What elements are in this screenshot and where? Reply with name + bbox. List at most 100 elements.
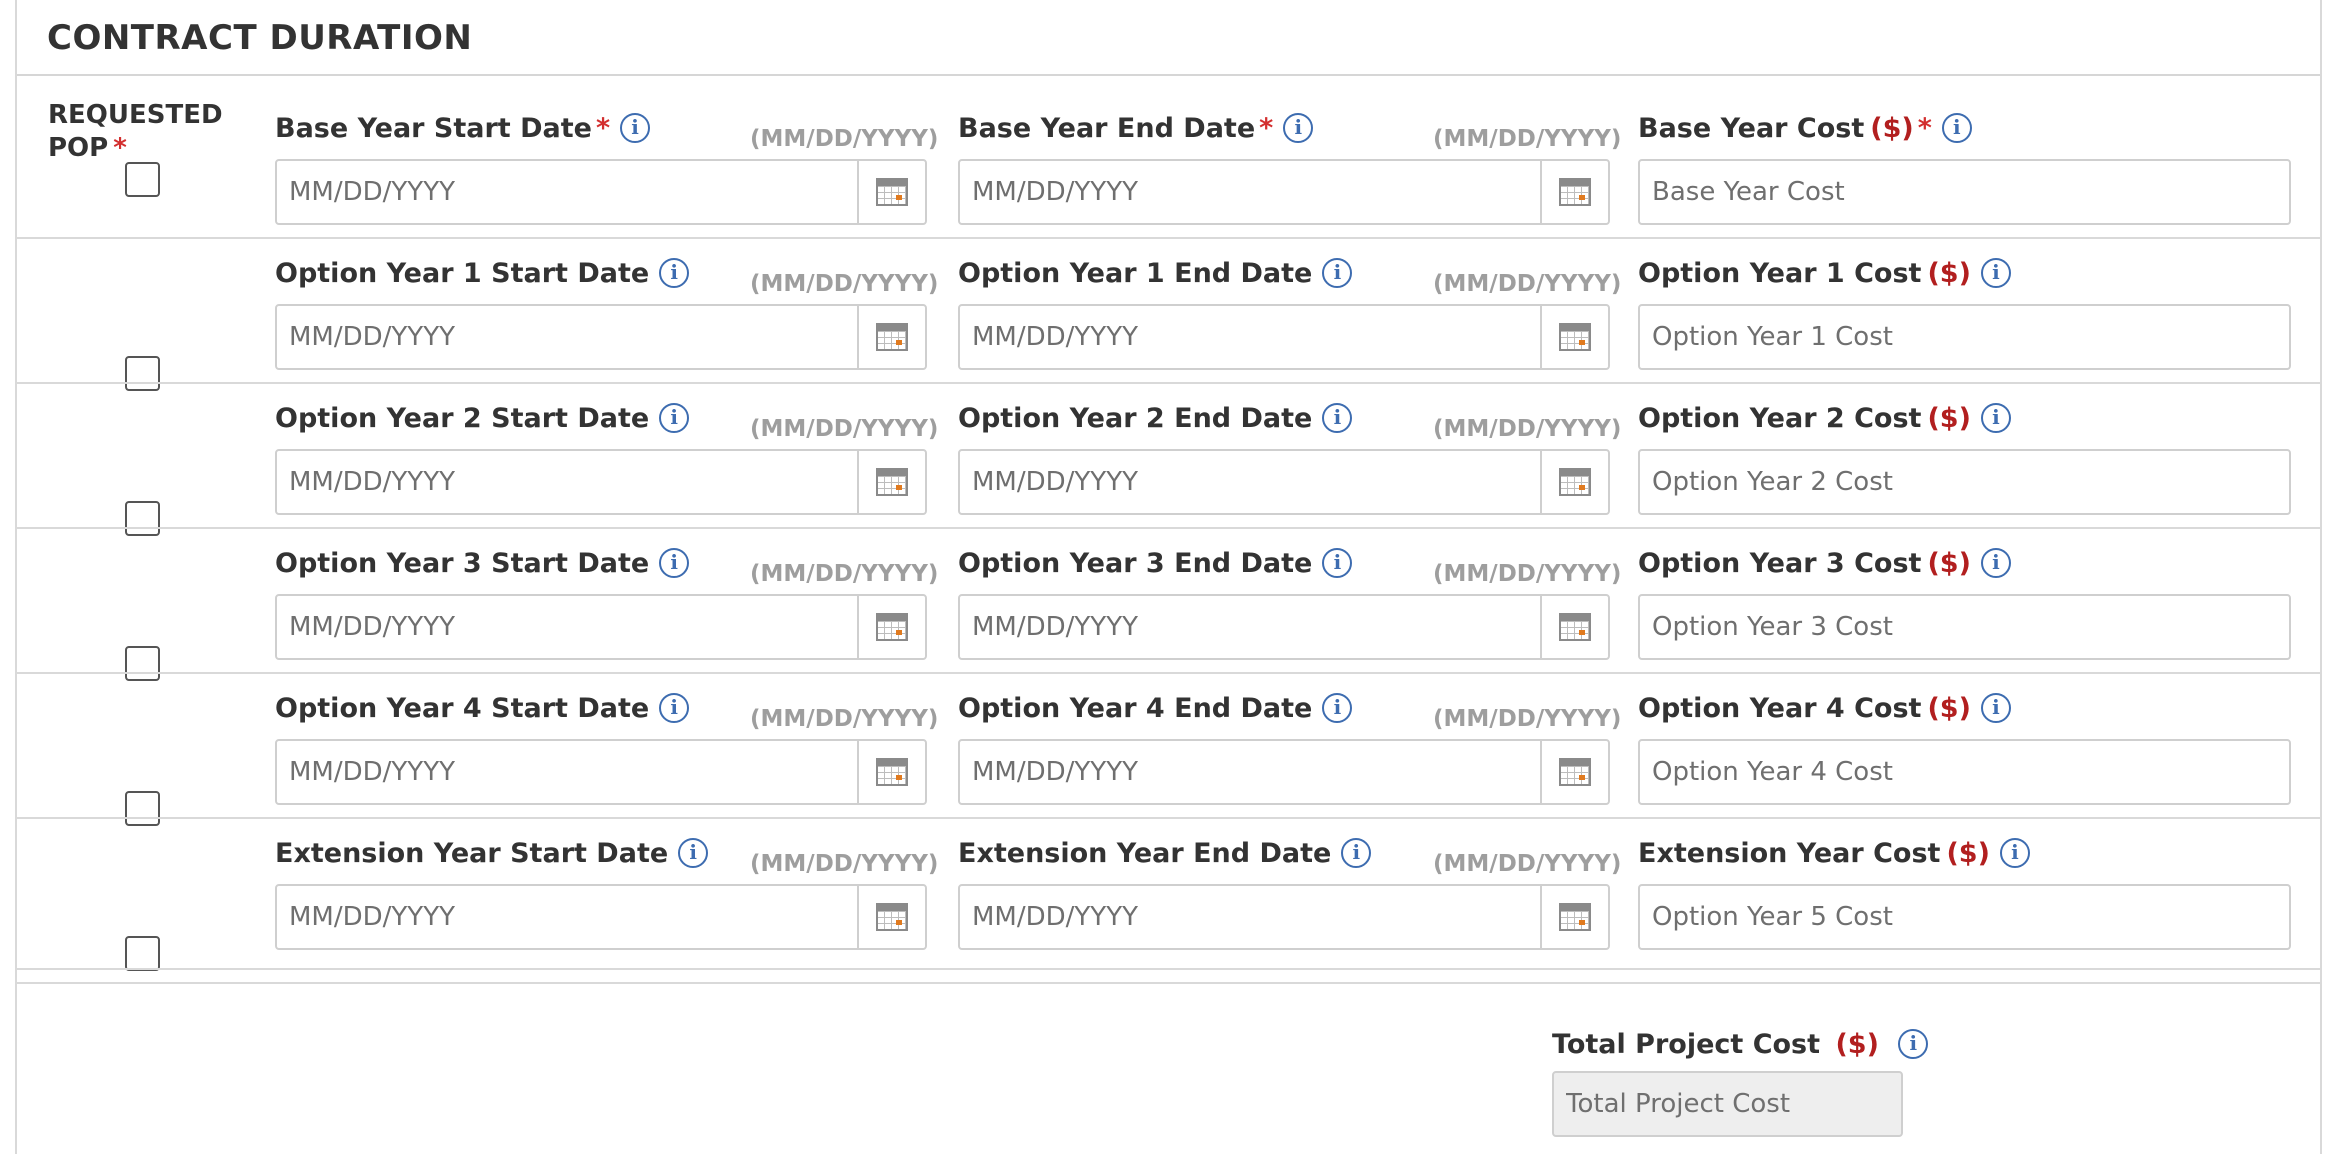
currency-suffix: ($)	[1927, 258, 1971, 289]
cost-input[interactable]	[1640, 596, 2289, 658]
cost-field	[1638, 884, 2291, 950]
end-date-label: Option Year 3 End Date i	[958, 547, 1353, 581]
start-date-field	[275, 449, 927, 515]
required-mark: *	[113, 133, 127, 163]
currency-suffix: ($)	[1835, 1029, 1879, 1060]
end-date-calendar-button[interactable]	[1540, 596, 1608, 658]
info-icon[interactable]: i	[1322, 547, 1353, 578]
start-date-input[interactable]	[277, 161, 857, 223]
total-project-cost-input	[1554, 1073, 1901, 1135]
start-date-input[interactable]	[277, 596, 857, 658]
info-icon[interactable]: i	[1980, 257, 2011, 288]
end-date-field	[958, 594, 1610, 660]
total-project-cost-text: Total Project Cost	[1552, 1029, 1821, 1060]
cost-label: Option Year 1 Cost ($) i	[1638, 257, 2011, 291]
start-date-field	[275, 884, 927, 950]
end-date-calendar-button[interactable]	[1540, 741, 1608, 803]
requested-pop-checkbox[interactable]	[125, 791, 160, 826]
end-date-input[interactable]	[960, 451, 1540, 513]
requested-pop-checkbox[interactable]	[125, 162, 160, 197]
currency-suffix: ($)	[1927, 403, 1971, 434]
calendar-icon	[876, 903, 908, 931]
cost-input[interactable]	[1640, 161, 2289, 223]
info-icon[interactable]: i	[1999, 837, 2030, 868]
title-divider	[17, 74, 2320, 76]
start-date-label-text: Option Year 2 Start Date	[275, 403, 650, 434]
start-date-calendar-button[interactable]	[857, 306, 925, 368]
start-date-label: Option Year 4 Start Date i	[275, 692, 690, 726]
end-date-input[interactable]	[960, 741, 1540, 803]
end-date-input[interactable]	[960, 161, 1540, 223]
cost-label-text: Option Year 4 Cost	[1638, 693, 1922, 724]
end-date-input[interactable]	[960, 596, 1540, 658]
end-date-calendar-button[interactable]	[1540, 161, 1608, 223]
required-mark: *	[595, 113, 611, 144]
info-icon[interactable]: i	[620, 112, 651, 143]
info-icon[interactable]: i	[1322, 692, 1353, 723]
end-date-calendar-button[interactable]	[1540, 306, 1608, 368]
calendar-icon	[1559, 323, 1591, 351]
end-date-label-text: Option Year 4 End Date	[958, 693, 1313, 724]
calendar-icon	[1559, 613, 1591, 641]
cost-input[interactable]	[1640, 306, 2289, 368]
requested-pop-checkbox[interactable]	[125, 501, 160, 536]
cost-label: Extension Year Cost ($) i	[1638, 837, 2030, 871]
start-date-input[interactable]	[277, 306, 857, 368]
start-date-field	[275, 304, 927, 370]
required-mark: *	[1917, 113, 1932, 144]
end-date-input[interactable]	[960, 886, 1540, 948]
info-icon[interactable]: i	[659, 402, 690, 433]
cost-input[interactable]	[1640, 741, 2289, 803]
start-date-calendar-button[interactable]	[857, 596, 925, 658]
total-divider	[17, 982, 2320, 984]
info-icon[interactable]: i	[1980, 692, 2011, 723]
info-icon[interactable]: i	[1283, 112, 1314, 143]
requested-pop-checkbox[interactable]	[125, 646, 160, 681]
date-format-hint: (MM/DD/YYYY)	[1433, 851, 1622, 877]
start-date-label: Option Year 2 Start Date i	[275, 402, 690, 436]
start-date-calendar-button[interactable]	[857, 161, 925, 223]
row-divider	[17, 672, 2320, 674]
start-date-input[interactable]	[277, 886, 857, 948]
start-date-calendar-button[interactable]	[857, 451, 925, 513]
info-icon[interactable]: i	[1980, 547, 2011, 578]
date-format-hint: (MM/DD/YYYY)	[1433, 126, 1622, 152]
start-date-calendar-button[interactable]	[857, 741, 925, 803]
start-date-label-text: Option Year 3 Start Date	[275, 548, 650, 579]
start-date-label-text: Extension Year Start Date	[275, 838, 669, 869]
info-icon[interactable]: i	[659, 692, 690, 723]
end-date-calendar-button[interactable]	[1540, 451, 1608, 513]
total-project-cost-field	[1552, 1071, 1903, 1137]
info-icon[interactable]: i	[678, 837, 709, 868]
cost-field	[1638, 449, 2291, 515]
cost-field	[1638, 304, 2291, 370]
end-date-field	[958, 449, 1610, 515]
start-date-field	[275, 739, 927, 805]
row-divider	[17, 968, 2320, 970]
start-date-input[interactable]	[277, 451, 857, 513]
end-date-field	[958, 304, 1610, 370]
info-icon[interactable]: i	[1322, 402, 1353, 433]
start-date-calendar-button[interactable]	[857, 886, 925, 948]
requested-pop-checkbox[interactable]	[125, 936, 160, 971]
info-icon[interactable]: i	[1941, 112, 1972, 143]
info-icon[interactable]: i	[1898, 1028, 1929, 1059]
date-format-hint: (MM/DD/YYYY)	[750, 416, 939, 442]
requested-pop-checkbox[interactable]	[125, 356, 160, 391]
end-date-label: Option Year 1 End Date i	[958, 257, 1353, 291]
end-date-input[interactable]	[960, 306, 1540, 368]
required-mark: *	[1259, 113, 1274, 144]
cost-input[interactable]	[1640, 886, 2289, 948]
start-date-input[interactable]	[277, 741, 857, 803]
info-icon[interactable]: i	[1322, 257, 1353, 288]
date-format-hint: (MM/DD/YYYY)	[1433, 706, 1622, 732]
info-icon[interactable]: i	[1341, 837, 1372, 868]
cost-input[interactable]	[1640, 451, 2289, 513]
info-icon[interactable]: i	[1980, 402, 2011, 433]
end-date-calendar-button[interactable]	[1540, 886, 1608, 948]
calendar-icon	[1559, 468, 1591, 496]
cost-label-text: Extension Year Cost	[1638, 838, 1941, 869]
info-icon[interactable]: i	[659, 547, 690, 578]
end-date-field	[958, 159, 1610, 225]
info-icon[interactable]: i	[659, 257, 690, 288]
